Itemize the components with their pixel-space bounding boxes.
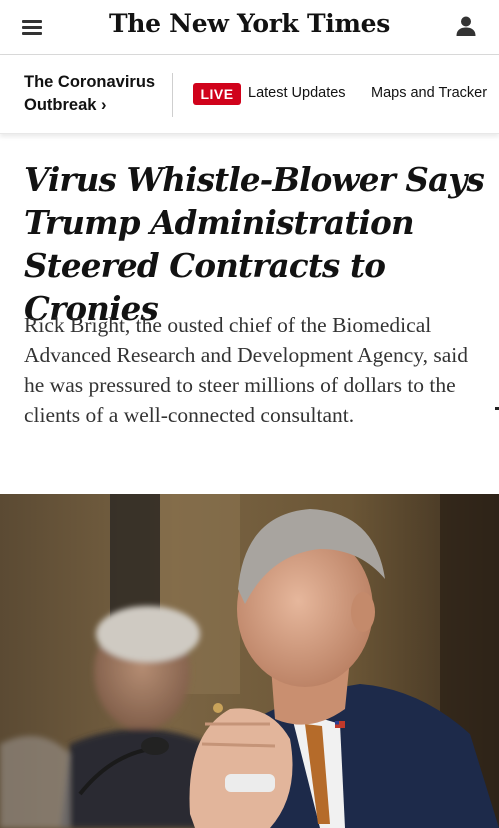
section-title-line2: Outbreak — [24, 96, 97, 114]
subnav-divider — [172, 73, 173, 117]
user-account-icon[interactable] — [455, 15, 477, 37]
section-subnav: The Coronavirus Outbreak › LIVE Latest U… — [0, 55, 499, 134]
photo-illustration — [0, 494, 499, 828]
section-title-line1: The Coronavirus — [24, 73, 156, 91]
live-badge[interactable]: LIVE — [193, 83, 241, 105]
coronavirus-section-link[interactable]: The Coronavirus Outbreak › — [24, 71, 174, 117]
maps-and-tracker-link[interactable]: Maps and Tracker — [371, 85, 487, 101]
masthead-logo[interactable]: The New York Times — [0, 9, 499, 38]
article-headline[interactable]: Virus Whistle-Blower Says Trump Administ… — [24, 158, 485, 330]
latest-updates-link[interactable]: Latest Updates — [248, 85, 346, 101]
chevron-right-icon: › — [101, 96, 107, 114]
article-summary: Rick Bright, the ousted chief of the Bio… — [24, 313, 468, 427]
article-photo[interactable] — [0, 494, 499, 828]
edge-mark — [495, 407, 499, 410]
app-header: The New York Times — [0, 0, 499, 55]
